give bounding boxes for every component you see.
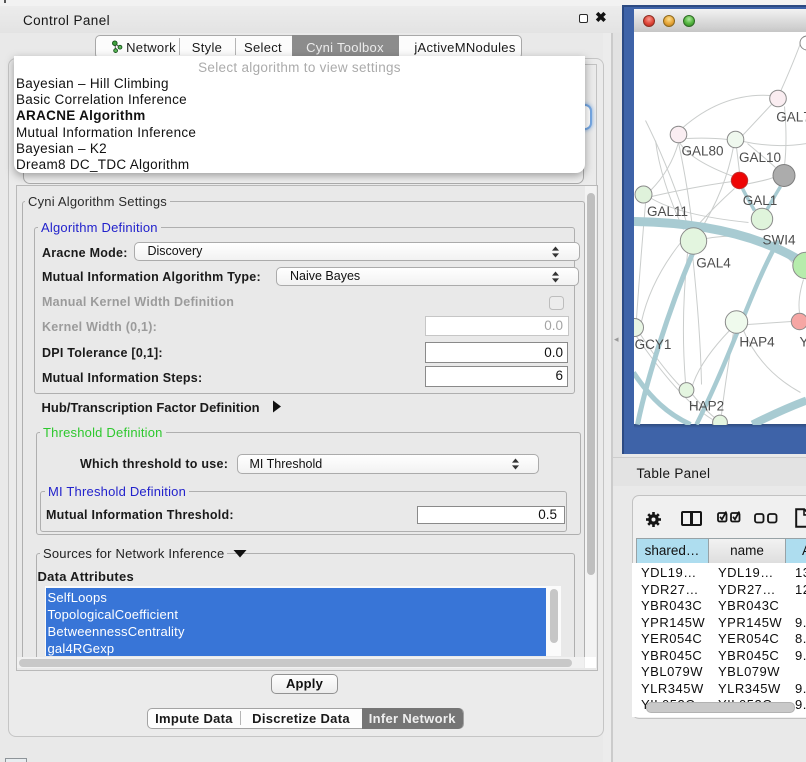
svg-text:GAL11: GAL11 xyxy=(646,204,687,219)
svg-text:GAL1: GAL1 xyxy=(742,193,777,208)
svg-text:GAL7: GAL7 xyxy=(776,109,806,124)
svg-text:HAP2: HAP2 xyxy=(688,398,723,413)
svg-text:Y: Y xyxy=(799,334,806,349)
svg-text:HAP4: HAP4 xyxy=(739,334,775,349)
svg-text:GCY1: GCY1 xyxy=(634,337,671,352)
svg-text:GAL10: GAL10 xyxy=(738,150,780,165)
svg-text:GAL80: GAL80 xyxy=(681,143,723,158)
svg-text:GAL4: GAL4 xyxy=(696,255,731,270)
svg-text:SWI4: SWI4 xyxy=(762,232,795,247)
